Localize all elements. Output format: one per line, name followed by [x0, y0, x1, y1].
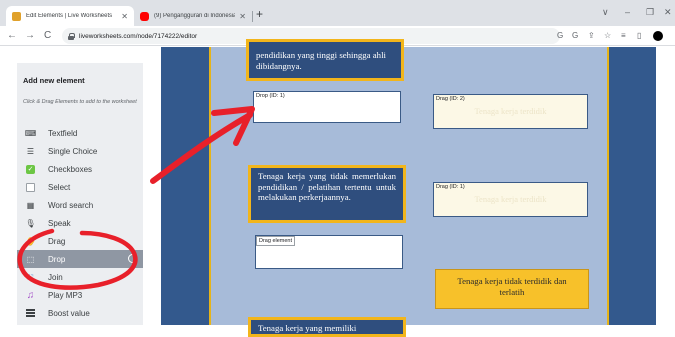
close-tab-icon[interactable]: ✕: [239, 12, 246, 21]
tab-live-worksheets[interactable]: Edit Elements | Live Worksheets ✕: [6, 6, 134, 26]
minimize-icon[interactable]: –: [625, 7, 630, 17]
liveworksheets-favicon-icon: [12, 11, 21, 21]
tab-title: Edit Elements | Live Worksheets: [26, 13, 113, 19]
restore-icon[interactable]: ❐: [646, 7, 654, 18]
annotation-arrow-shaft: [150, 112, 253, 184]
tab-strip: Edit Elements | Live Worksheets ✕ (9) Pe…: [0, 0, 675, 26]
tab-title: (9) Pengangguran di Indonesia ·: [154, 13, 236, 19]
share-icon[interactable]: ⇪: [588, 31, 595, 40]
side-panel-icon[interactable]: ▯: [637, 31, 641, 40]
forward-icon[interactable]: →: [25, 30, 35, 41]
editor-page: Add new element Click & Drag Elements to…: [0, 39, 675, 337]
reload-icon[interactable]: C: [44, 30, 51, 41]
close-tab-icon[interactable]: ✕: [121, 12, 128, 21]
translate-icon[interactable]: G: [572, 31, 578, 40]
tab-youtube[interactable]: (9) Pengangguran di Indonesia · ✕: [134, 6, 252, 26]
youtube-favicon-icon: [140, 11, 149, 21]
annotation-circle: [17, 228, 138, 290]
new-tab-button[interactable]: +: [256, 8, 263, 20]
annotation-overlay: [17, 106, 255, 290]
reading-list-icon[interactable]: ≡: [621, 31, 626, 40]
lock-icon: [68, 32, 75, 40]
close-window-icon[interactable]: ✕: [664, 7, 672, 18]
tab-divider: [252, 11, 253, 22]
back-icon[interactable]: ←: [7, 30, 17, 41]
address-text: liveworksheets.com/node/7174222/editor: [79, 32, 198, 40]
bookmark-star-icon[interactable]: ☆: [604, 31, 611, 40]
profile-avatar[interactable]: [653, 31, 663, 41]
google-icon[interactable]: G: [557, 31, 563, 40]
tab-search-icon[interactable]: ∨: [602, 7, 609, 18]
